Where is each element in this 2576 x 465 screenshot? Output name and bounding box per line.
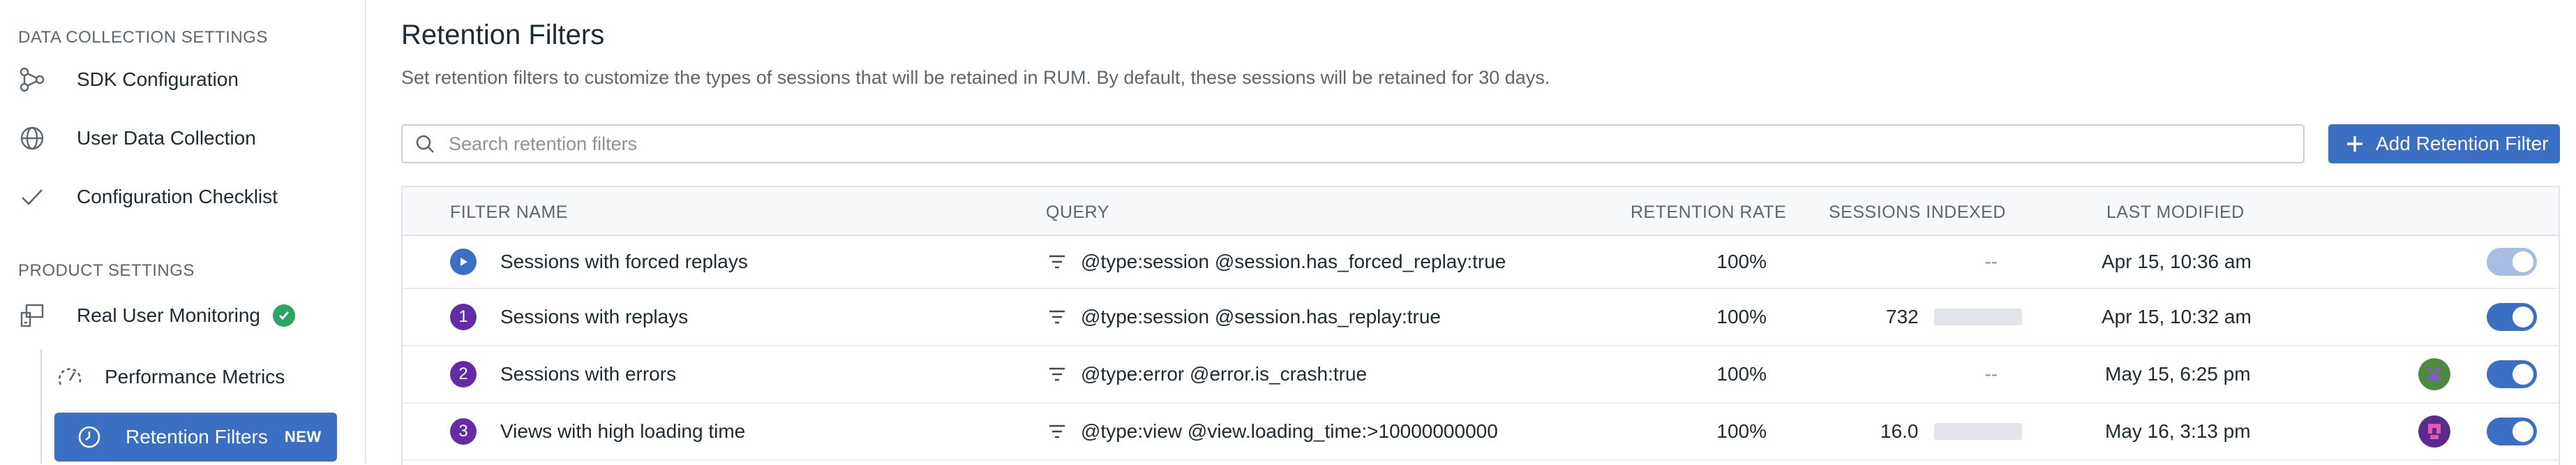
enable-toggle[interactable] <box>2487 360 2537 388</box>
sidebar-item-label: SDK Configuration <box>77 68 239 90</box>
new-badge: NEW <box>284 428 322 445</box>
filter-name[interactable]: Sessions with replays <box>500 289 688 345</box>
filter-lines-icon <box>1047 307 1067 327</box>
filter-lines-icon <box>1047 422 1067 441</box>
sessions-indexed-bar <box>1933 423 2022 440</box>
table-row[interactable]: 3 Views with high loading time @type:vie… <box>403 404 2559 461</box>
column-sessions-indexed[interactable]: SESSIONS INDEXED <box>1829 202 2006 223</box>
retention-rate: 100% <box>1716 306 1767 327</box>
sessions-indexed: 732 <box>1886 306 1919 327</box>
page-description: Set retention filters to customize the t… <box>401 67 1550 88</box>
add-button-label: Add Retention Filter <box>2376 133 2549 154</box>
check-circle-icon <box>273 304 295 327</box>
retention-filters-table: FILTER NAME QUERY RETENTION RATE SESSION… <box>401 186 2560 465</box>
last-modified: Apr 15, 10:32 am <box>2102 306 2252 327</box>
section-data-collection: DATA COLLECTION SETTINGS <box>18 28 268 47</box>
sidebar-item-performance-metrics[interactable]: Performance Metrics <box>56 355 285 399</box>
sessions-indexed: 16.0 <box>1880 420 1919 442</box>
retention-rate: 100% <box>1716 420 1767 442</box>
sessions-indexed-bar <box>1933 309 2022 325</box>
last-modified: May 16, 3:13 pm <box>2105 420 2251 442</box>
search-icon <box>414 133 436 155</box>
retention-rate: 100% <box>1716 363 1767 385</box>
filter-query: @type:session @session.has_forced_replay… <box>1081 251 1506 272</box>
enable-toggle[interactable] <box>2487 418 2537 445</box>
section-product-settings: PRODUCT SETTINGS <box>18 261 195 280</box>
sessions-indexed: -- <box>1984 251 1998 272</box>
search-input[interactable] <box>447 132 2264 156</box>
sidebar-item-configuration-checklist[interactable]: Configuration Checklist <box>18 176 278 218</box>
tree-connector <box>40 349 42 464</box>
sidebar-item-label: Retention Filters <box>126 426 268 448</box>
sidebar-item-label: User Data Collection <box>77 127 256 149</box>
last-modified: May 15, 6:25 pm <box>2105 363 2251 385</box>
filter-query: @type:session @session.has_replay:true <box>1081 306 1441 327</box>
plus-icon <box>2344 133 2366 155</box>
play-icon <box>450 249 477 275</box>
sidebar-item-label: Configuration Checklist <box>77 186 278 207</box>
column-query[interactable]: QUERY <box>1046 202 1109 223</box>
filter-name[interactable]: Views with high loading time <box>500 404 745 459</box>
priority-number: 1 <box>450 304 477 330</box>
enable-toggle[interactable] <box>2487 248 2537 276</box>
table-row[interactable]: Sessions with forced replays @type:sessi… <box>403 236 2559 289</box>
filter-name[interactable]: Sessions with forced replays <box>500 236 748 288</box>
column-filter-name[interactable]: FILTER NAME <box>450 202 568 223</box>
retention-rate: 100% <box>1716 251 1767 272</box>
checkmark-icon <box>18 183 46 211</box>
add-retention-filter-button[interactable]: Add Retention Filter <box>2328 124 2560 163</box>
sidebar: DATA COLLECTION SETTINGS SDK Configurati… <box>0 0 366 464</box>
sessions-indexed: -- <box>1984 363 1998 385</box>
user-avatar <box>2418 415 2450 448</box>
rum-icon <box>18 302 46 330</box>
priority-number: 2 <box>450 361 477 388</box>
page-title: Retention Filters <box>401 20 605 50</box>
table-row[interactable]: 1 Sessions with replays @type:session @s… <box>403 289 2559 346</box>
sidebar-item-label: Real User Monitoring <box>77 304 260 326</box>
sdk-nodes-icon <box>18 66 46 94</box>
sidebar-item-sdk-configuration[interactable]: SDK Configuration <box>18 59 239 101</box>
search-box[interactable] <box>401 124 2305 163</box>
filter-query: @type:view @view.loading_time:>100000000… <box>1081 420 1498 442</box>
sidebar-item-user-data-collection[interactable]: User Data Collection <box>18 117 256 159</box>
sidebar-item-retention-filters[interactable]: Retention Filters NEW <box>54 413 337 462</box>
sidebar-item-label: Performance Metrics <box>105 366 285 388</box>
filter-name[interactable]: Sessions with errors <box>500 346 676 402</box>
gauge-icon <box>56 363 84 391</box>
sidebar-item-real-user-monitoring[interactable]: Real User Monitoring <box>18 295 295 337</box>
column-retention-rate[interactable]: RETENTION RATE <box>1631 202 1786 223</box>
enable-toggle[interactable] <box>2487 303 2537 331</box>
priority-number: 3 <box>450 418 477 445</box>
clock-icon <box>75 423 103 451</box>
filter-lines-icon <box>1047 364 1067 384</box>
filter-lines-icon <box>1047 252 1067 272</box>
last-modified: Apr 15, 10:36 am <box>2102 251 2252 272</box>
filter-query: @type:error @error.is_crash:true <box>1081 363 1368 385</box>
user-avatar <box>2418 358 2450 390</box>
table-row[interactable]: 2 Sessions with errors @type:error @erro… <box>403 346 2559 404</box>
column-last-modified[interactable]: LAST MODIFIED <box>2106 202 2245 223</box>
table-header: FILTER NAME QUERY RETENTION RATE SESSION… <box>403 187 2559 236</box>
globe-icon <box>18 124 46 152</box>
